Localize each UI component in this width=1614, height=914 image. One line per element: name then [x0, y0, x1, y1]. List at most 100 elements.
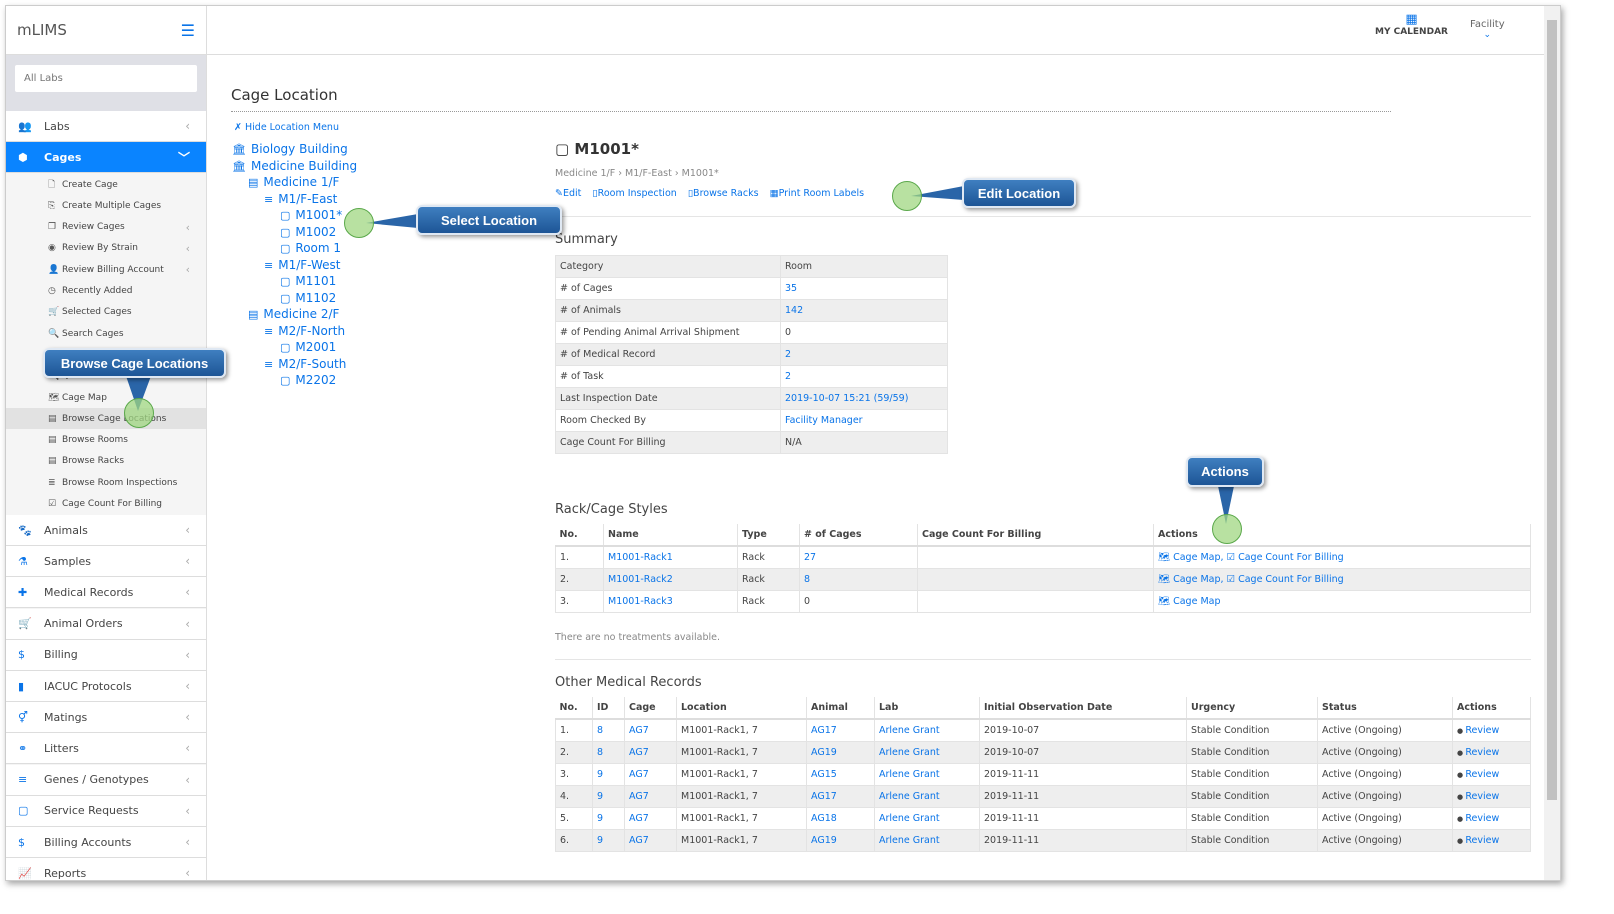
tree-node[interactable]: ▢ Room 1 [280, 241, 341, 255]
cage-link[interactable]: AG7 [624, 784, 677, 808]
sidebar-item-browse-room-inspections[interactable]: ≣ Browse Room Inspections [6, 472, 206, 493]
summary-value-link[interactable]: 2 [780, 343, 948, 366]
sidebar-item-review-cages[interactable]: ❐ Review Cages ‹ [6, 217, 206, 238]
sidebar-item-browse-racks[interactable]: ▤ Browse Racks [6, 451, 206, 472]
browse-racks-link[interactable]: ▯Browse Racks [688, 188, 759, 199]
cage-count-link[interactable]: 8 [799, 567, 918, 591]
record-id-link[interactable]: 9 [592, 784, 625, 808]
lab-link[interactable]: Arlene Grant [874, 762, 980, 786]
hide-location-menu-link[interactable]: ✗ Hide Location Menu [234, 122, 339, 133]
record-id-link[interactable]: 9 [592, 762, 625, 786]
cage-link[interactable]: AG7 [624, 740, 677, 764]
lab-link[interactable]: Arlene Grant [874, 740, 980, 764]
tree-node[interactable]: ▢ M2001 [280, 340, 336, 354]
sidebar-item-matings[interactable]: ⚥ Matings ‹ [6, 702, 206, 734]
tree-node[interactable]: ≡ M2/F-South [264, 357, 346, 371]
sidebar-item-litters[interactable]: ⚭ Litters ‹ [6, 733, 206, 765]
print-room-labels-link[interactable]: ▦Print Room Labels [770, 188, 865, 199]
cage-map-link[interactable]: 🗺 Cage Map, [1158, 552, 1227, 563]
scrollbar-thumb[interactable] [1547, 20, 1557, 800]
sidebar-item-medical-records[interactable]: ✚ Medical Records ‹ [6, 577, 206, 609]
animal-link[interactable]: AG18 [806, 806, 875, 830]
my-calendar-button[interactable]: ▦ MY CALENDAR [1375, 12, 1448, 37]
sidebar-item-create-multiple-cages[interactable]: ⎘ Create Multiple Cages [6, 195, 206, 216]
sidebar-item-selected-cages[interactable]: 🛒 Selected Cages [6, 302, 206, 323]
review-link[interactable]: Review [1465, 769, 1499, 780]
cage-link[interactable]: AG7 [624, 806, 677, 830]
cage-link[interactable]: AG7 [624, 762, 677, 786]
animal-link[interactable]: AG19 [806, 828, 875, 852]
tree-node[interactable]: ▢ M1101 [280, 274, 336, 288]
summary-value-link[interactable]: Facility Manager [780, 409, 948, 432]
lab-filter-input[interactable] [15, 65, 197, 92]
animal-link[interactable]: AG17 [806, 784, 875, 808]
menu-toggle-icon[interactable]: ☰ [181, 21, 195, 40]
sidebar-item-labs[interactable]: 👥 Labs ‹ [6, 111, 206, 142]
tree-node[interactable]: ▢ M2202 [280, 373, 336, 387]
sidebar-item-iacuc-protocols[interactable]: ▮ IACUC Protocols ‹ [6, 671, 206, 702]
sidebar-item-cages[interactable]: ⬢ Cages ﹀ [6, 142, 206, 173]
tree-node[interactable]: ▤ Medicine 2/F [248, 307, 339, 321]
tree-node[interactable]: ≡ M2/F-North [264, 324, 345, 338]
sidebar-item-billing[interactable]: $ Billing ‹ [6, 639, 206, 671]
sidebar-item-browse-cage-locations[interactable]: ▤ Browse Cage Locations [6, 408, 206, 430]
sidebar-item-recently-added[interactable]: ◷ Recently Added [6, 281, 206, 302]
record-id-link[interactable]: 9 [592, 806, 625, 830]
facility-dropdown[interactable]: Facility ⌄ [1470, 19, 1505, 40]
cage-count-link[interactable]: 27 [799, 545, 918, 569]
cage-map-link[interactable]: 🗺 Cage Map [1158, 596, 1221, 607]
sidebar-item-create-cage[interactable]: 🗋 Create Cage [6, 174, 206, 195]
cage-count-billing-link[interactable]: ☑ Cage Count For Billing [1227, 552, 1344, 563]
review-link[interactable]: Review [1465, 725, 1499, 736]
record-id-link[interactable]: 8 [592, 718, 625, 742]
cage-link[interactable]: AG7 [624, 828, 677, 852]
rack-name-link[interactable]: M1001-Rack1 [603, 545, 738, 569]
rack-name-link[interactable]: M1001-Rack2 [603, 567, 738, 591]
scrollbar[interactable] [1544, 6, 1560, 880]
cage-map-link[interactable]: 🗺 Cage Map, [1158, 574, 1227, 585]
sidebar-item-cage-map[interactable]: 🗺 Cage Map [6, 387, 206, 408]
tree-node[interactable]: 🏛 Biology Building [232, 142, 348, 156]
lab-link[interactable]: Arlene Grant [874, 718, 980, 742]
review-link[interactable]: Review [1465, 747, 1499, 758]
record-id-link[interactable]: 9 [592, 828, 625, 852]
tree-node[interactable]: ≡ M1/F-East [264, 192, 337, 206]
animal-link[interactable]: AG15 [806, 762, 875, 786]
lab-link[interactable]: Arlene Grant [874, 806, 980, 830]
sidebar-item-samples[interactable]: ⚗ Samples ‹ [6, 546, 206, 578]
sidebar-item-browse-rooms[interactable]: ▤ Browse Rooms [6, 430, 206, 451]
sidebar-item-search-cages[interactable]: 🔍 Search Cages [6, 323, 206, 344]
tree-node[interactable]: ▢ M1002 [280, 225, 336, 239]
summary-value-link[interactable]: 2019-10-07 15:21 (59/59) [780, 387, 948, 410]
lab-link[interactable]: Arlene Grant [874, 784, 980, 808]
animal-link[interactable]: AG17 [806, 718, 875, 742]
tree-node[interactable]: ▤ Medicine 1/F [248, 175, 339, 189]
sidebar-item-animal-orders[interactable]: 🛒 Animal Orders ‹ [6, 608, 206, 640]
summary-value-link[interactable]: 2 [780, 365, 948, 388]
sidebar-item-service-requests[interactable]: ▢ Service Requests ‹ [6, 795, 206, 827]
sidebar-item-review-billing-account[interactable]: 👤 Review Billing Account ‹ [6, 259, 206, 280]
record-id-link[interactable]: 8 [592, 740, 625, 764]
sidebar-item-animals[interactable]: 🐾 Animals ‹ [6, 515, 206, 546]
room-inspection-link[interactable]: ▯Room Inspection [592, 188, 676, 199]
sidebar-item-reports[interactable]: 📈 Reports ‹ [6, 858, 206, 880]
lab-link[interactable]: Arlene Grant [874, 828, 980, 852]
tree-node[interactable]: ▢ M1102 [280, 291, 336, 305]
tree-node[interactable]: ▢ M1001* [280, 208, 342, 222]
review-link[interactable]: Review [1465, 791, 1499, 802]
sidebar-item-billing-accounts[interactable]: $ Billing Accounts ‹ [6, 827, 206, 858]
sidebar-item-review-by-strain[interactable]: ◉ Review By Strain ‹ [6, 238, 206, 259]
cage-link[interactable]: AG7 [624, 718, 677, 742]
summary-value-link[interactable]: 142 [780, 299, 948, 322]
review-link[interactable]: Review [1465, 813, 1499, 824]
edit-link[interactable]: ✎Edit [555, 188, 581, 199]
animal-link[interactable]: AG19 [806, 740, 875, 764]
tree-node[interactable]: 🏛 Medicine Building [232, 159, 357, 173]
review-link[interactable]: Review [1465, 835, 1499, 846]
cage-count-billing-link[interactable]: ☑ Cage Count For Billing [1227, 574, 1344, 585]
rack-name-link[interactable]: M1001-Rack3 [603, 589, 738, 613]
summary-value-link[interactable]: 35 [780, 277, 948, 300]
sidebar-item-genes-genotypes[interactable]: ≡ Genes / Genotypes ‹ [6, 764, 206, 796]
tree-node[interactable]: ≡ M1/F-West [264, 258, 341, 272]
sidebar-item-cage-count-for-billing[interactable]: ☑ Cage Count For Billing [6, 494, 206, 515]
